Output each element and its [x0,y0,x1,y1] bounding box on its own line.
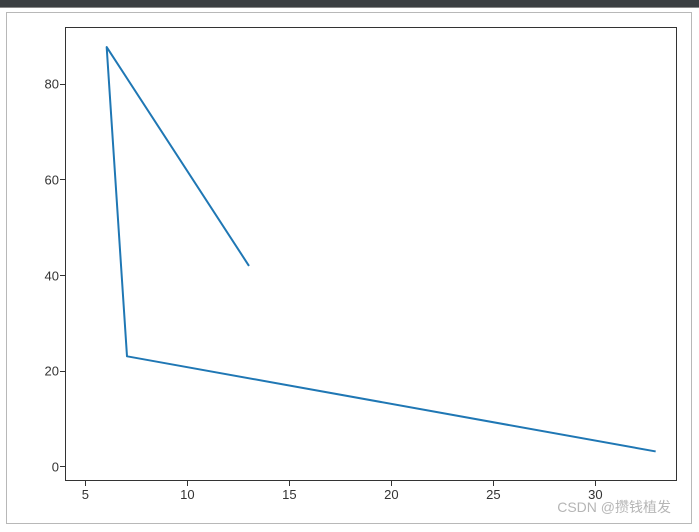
x-tick-label: 20 [384,487,398,502]
plot-area [65,27,677,481]
x-tick-mark [85,481,86,486]
x-tick-label: 30 [588,487,602,502]
window-titlebar [0,0,699,8]
x-tick-label: 15 [282,487,296,502]
y-tick-mark [60,84,65,85]
y-tick-mark [60,179,65,180]
y-tick-label: 40 [19,268,59,283]
x-tick-mark [595,481,596,486]
chart-container: 5 10 15 20 25 30 0 20 40 60 80 CSDN @攒钱植发 [6,12,692,524]
y-tick-label: 0 [19,459,59,474]
x-tick-label: 5 [82,487,89,502]
x-tick-mark [493,481,494,486]
y-tick-label: 80 [19,77,59,92]
x-tick-mark [187,481,188,486]
x-tick-mark [391,481,392,486]
watermark-text: CSDN @攒钱植发 [557,497,671,517]
x-tick-label: 25 [486,487,500,502]
x-tick-label: 10 [180,487,194,502]
x-tick-mark [289,481,290,486]
y-tick-mark [60,275,65,276]
y-tick-mark [60,371,65,372]
y-tick-label: 20 [19,364,59,379]
line-plot [66,28,676,480]
y-tick-label: 60 [19,172,59,187]
y-tick-mark [60,466,65,467]
